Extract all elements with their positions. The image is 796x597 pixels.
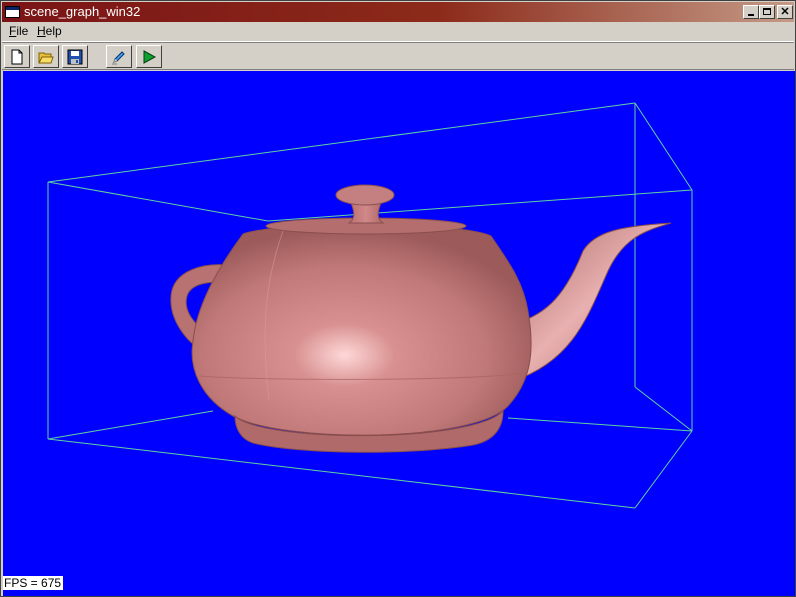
menu-help-accel: H	[37, 24, 46, 38]
close-icon: ✕	[780, 6, 790, 18]
menu-file-label: ile	[16, 24, 29, 38]
minimize-icon	[748, 14, 754, 16]
save-disk-icon	[67, 49, 83, 65]
render-viewport[interactable]: FPS = 675	[3, 71, 795, 596]
new-button[interactable]	[4, 45, 30, 68]
title-bar[interactable]: scene_graph_win32 ✕	[2, 2, 794, 22]
menu-help[interactable]: Help	[34, 22, 65, 41]
minimize-button[interactable]	[743, 5, 759, 19]
teapot-model	[170, 184, 672, 453]
open-folder-icon	[38, 52, 54, 64]
play-icon	[143, 50, 157, 64]
open-button[interactable]	[33, 45, 59, 68]
maximize-icon	[763, 8, 771, 15]
scene-canvas	[47, 102, 693, 509]
menu-help-label: elp	[45, 24, 62, 38]
window-icon[interactable]	[5, 6, 20, 18]
menu-file[interactable]: File	[6, 22, 31, 41]
fps-counter: FPS = 675	[3, 576, 64, 590]
main-window: scene_graph_win32 ✕ File Help FPS = 675	[0, 0, 796, 597]
menu-bar: File Help	[2, 22, 794, 42]
maximize-button[interactable]	[759, 5, 775, 19]
toolbar	[2, 42, 794, 70]
save-button[interactable]	[62, 45, 88, 68]
edit-button[interactable]	[106, 45, 132, 68]
window-title: scene_graph_win32	[24, 4, 141, 19]
close-button[interactable]: ✕	[777, 5, 793, 19]
edit-pencil-icon	[112, 51, 125, 65]
run-button[interactable]	[136, 45, 162, 68]
new-document-icon	[11, 49, 23, 65]
